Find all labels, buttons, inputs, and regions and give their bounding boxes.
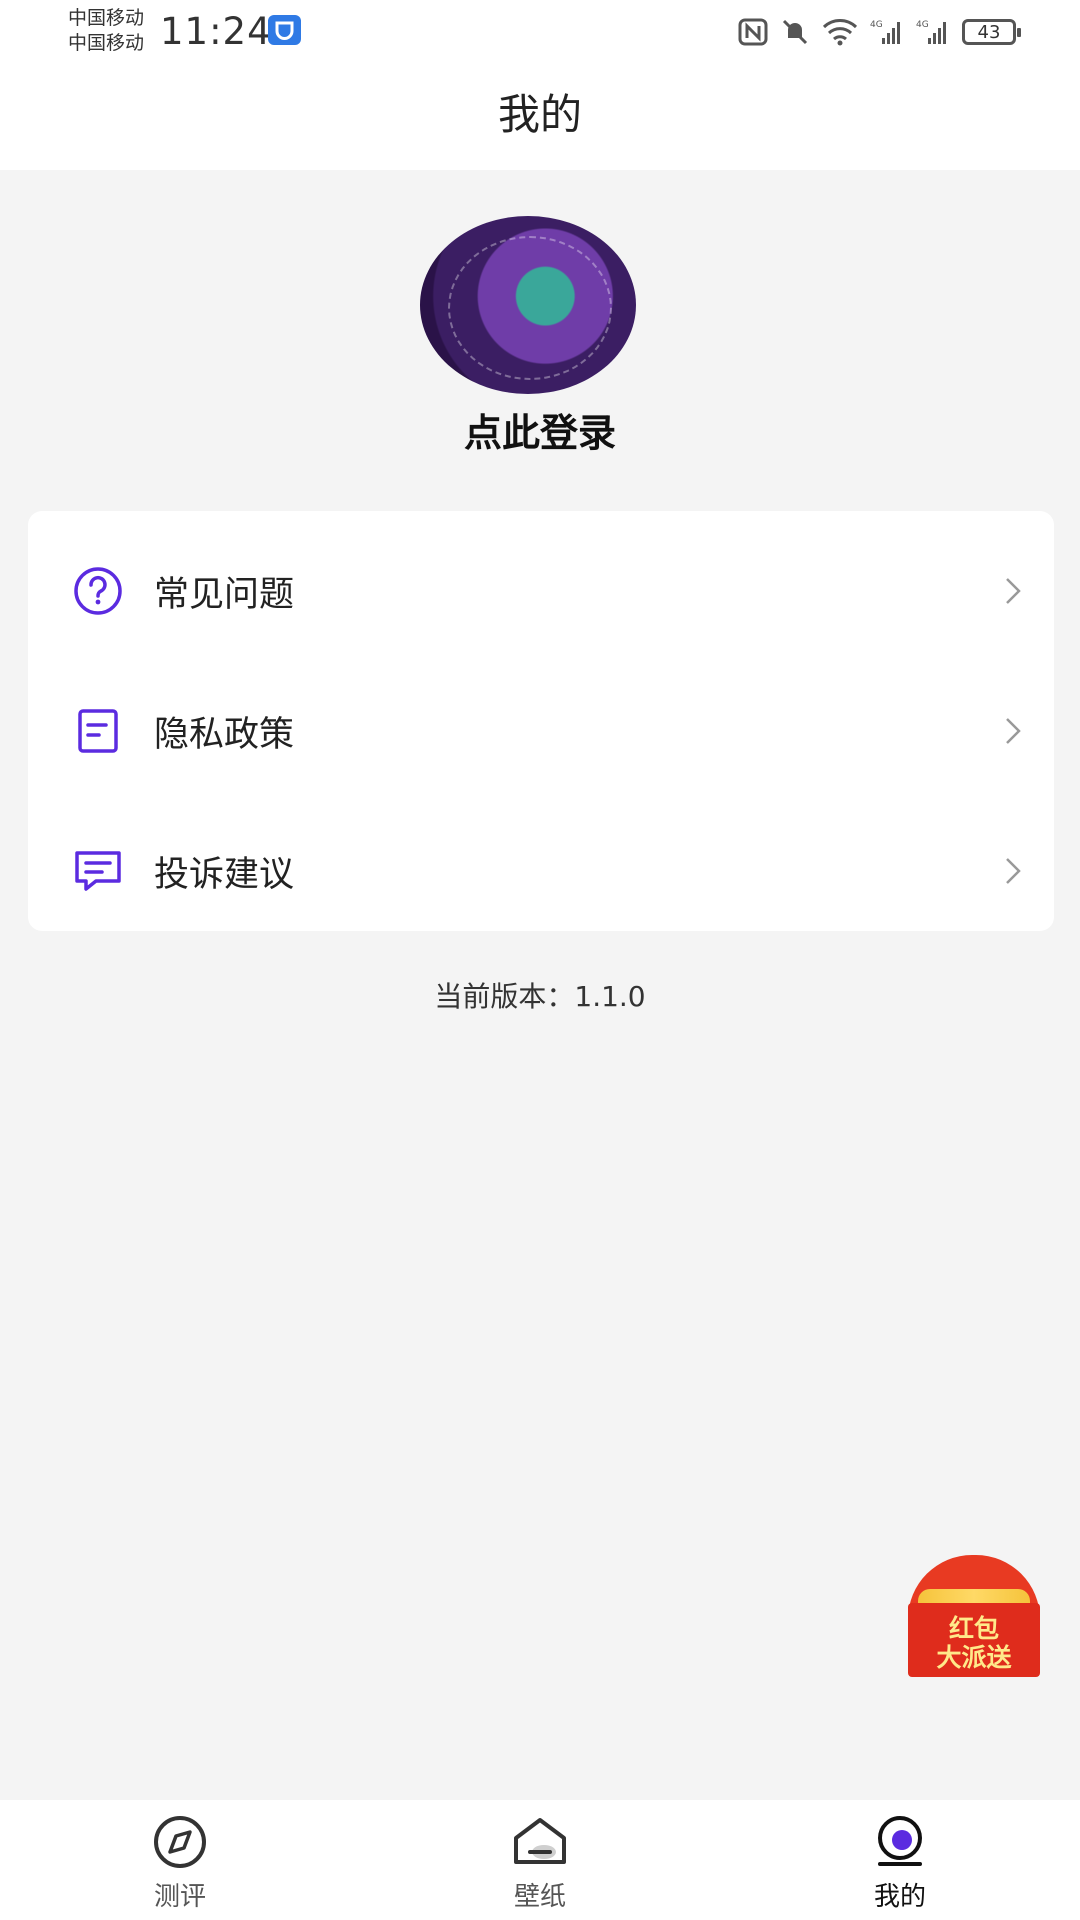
menu-card: 常见问题 隐私政策 投诉建议 <box>28 511 1054 931</box>
tab-label: 测评 <box>153 1882 206 1912</box>
menu-item-feedback[interactable]: 投诉建议 <box>28 801 1054 941</box>
wallpaper-home-icon <box>514 1818 566 1864</box>
signal-4g-icon-2: 4G <box>916 20 946 44</box>
version-text: 当前版本：1.1.0 <box>434 980 646 1013</box>
menu-item-privacy-policy[interactable]: 隐私政策 <box>28 661 1054 801</box>
bell-muted-icon <box>782 19 808 45</box>
promo-line-1: 红包 <box>948 1614 999 1643</box>
red-envelope-promo[interactable]: 红包 大派送 <box>908 1555 1040 1677</box>
menu-item-label: 常见问题 <box>154 574 295 615</box>
tab-mine[interactable]: 我的 <box>830 1800 970 1920</box>
compass-icon <box>154 1816 206 1868</box>
svg-text:4G: 4G <box>870 20 883 30</box>
page-header: 我的 <box>0 62 1080 170</box>
battery-level: 43 <box>977 21 1001 43</box>
menu-item-faq[interactable]: 常见问题 <box>28 521 1054 661</box>
status-bar: 中国移动 中国移动 11:24 4G 4G 43 <box>0 0 1080 62</box>
tab-wallpaper[interactable]: 壁纸 <box>470 1800 610 1920</box>
promo-line-2: 大派送 <box>936 1643 1012 1672</box>
battery-indicator: 43 <box>962 19 1021 45</box>
chevron-right-icon <box>1006 718 1021 744</box>
login-link[interactable]: 点此登录 <box>0 402 1080 457</box>
svg-text:4G: 4G <box>916 20 929 30</box>
profile-icon <box>878 1816 922 1866</box>
tab-evaluation[interactable]: 测评 <box>110 1800 250 1920</box>
carrier-1: 中国移动 <box>68 7 145 29</box>
carrier-info: 中国移动 中国移动 <box>68 6 144 56</box>
bottom-tab-bar: 测评 壁纸 我的 <box>0 1800 1080 1920</box>
nfc-icon <box>738 18 768 46</box>
chevron-right-icon <box>1006 858 1021 884</box>
page-title: 我的 <box>497 90 582 139</box>
carrier-2: 中国移动 <box>68 32 145 54</box>
app-notification-icon <box>268 15 301 45</box>
wifi-icon <box>822 19 858 46</box>
chat-message-icon <box>75 851 121 891</box>
avatar-decoration <box>448 236 612 380</box>
status-time: 11:24 <box>160 10 272 53</box>
chevron-right-icon <box>1006 578 1021 604</box>
profile-section[interactable]: 点此登录 <box>0 170 1080 470</box>
signal-4g-icon-1: 4G <box>870 20 900 44</box>
tab-label: 我的 <box>873 1882 926 1912</box>
menu-item-label: 隐私政策 <box>154 714 295 755</box>
document-icon <box>78 709 118 753</box>
menu-item-label: 投诉建议 <box>154 854 295 895</box>
question-circle-icon <box>74 567 122 615</box>
status-indicators: 4G 4G 43 <box>738 14 1021 50</box>
tab-label: 壁纸 <box>513 1882 566 1912</box>
